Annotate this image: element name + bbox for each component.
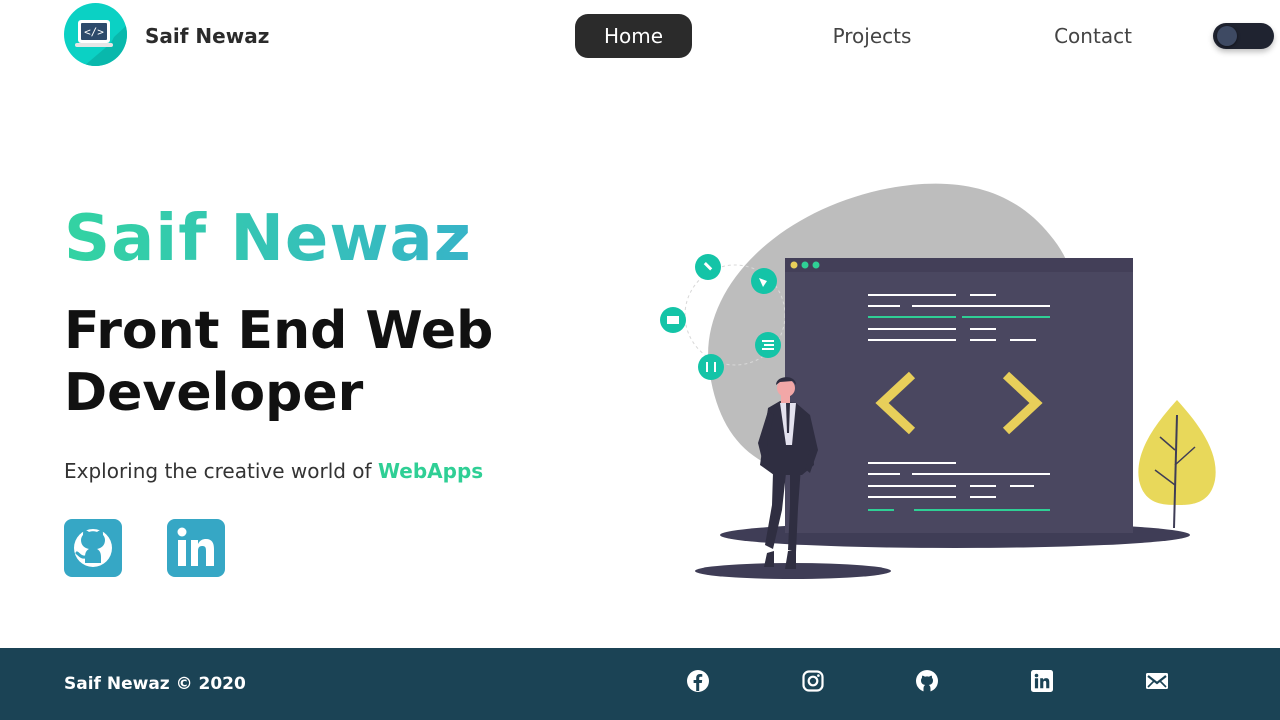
tree bbox=[1138, 400, 1216, 529]
tagline-text: Exploring the creative world of bbox=[64, 459, 378, 483]
github-button[interactable] bbox=[64, 519, 122, 577]
pen-icon bbox=[751, 268, 777, 294]
nav-projects[interactable]: Projects bbox=[812, 14, 932, 58]
mail-icon[interactable] bbox=[1145, 669, 1169, 693]
nav-home[interactable]: Home bbox=[575, 14, 692, 58]
code-monitor-icon: </> bbox=[75, 20, 127, 66]
sync-icon bbox=[698, 354, 724, 380]
hammer-icon bbox=[695, 254, 721, 280]
facebook-icon[interactable] bbox=[686, 669, 710, 693]
hero-tagline: Exploring the creative world of WebApps bbox=[64, 459, 483, 483]
logo[interactable]: </> bbox=[64, 3, 127, 66]
code-window bbox=[785, 258, 1133, 533]
footer-copyright: Saif Newaz © 2020 bbox=[64, 674, 246, 694]
hero-name: Saif Newaz bbox=[64, 202, 472, 276]
hero-title: Front End Web Developer bbox=[64, 301, 494, 423]
developer-illustration bbox=[660, 183, 1216, 579]
footer: Saif Newaz © 2020 bbox=[0, 648, 1280, 720]
nav-contact[interactable]: Contact bbox=[1035, 14, 1151, 58]
list-icon bbox=[755, 332, 781, 358]
linkedin-icon bbox=[177, 527, 214, 566]
dark-mode-toggle[interactable] bbox=[1213, 23, 1274, 49]
instagram-icon[interactable] bbox=[801, 669, 825, 693]
tagline-highlight: WebApps bbox=[377, 459, 484, 483]
github-icon bbox=[74, 529, 112, 567]
brand-name[interactable]: Saif Newaz bbox=[145, 24, 269, 48]
svg-text:</>: </> bbox=[84, 26, 104, 39]
toggle-knob bbox=[1217, 26, 1237, 46]
github-icon[interactable] bbox=[915, 669, 939, 693]
linkedin-icon[interactable] bbox=[1030, 669, 1054, 693]
chart-icon bbox=[660, 307, 686, 333]
linkedin-button[interactable] bbox=[167, 519, 225, 577]
